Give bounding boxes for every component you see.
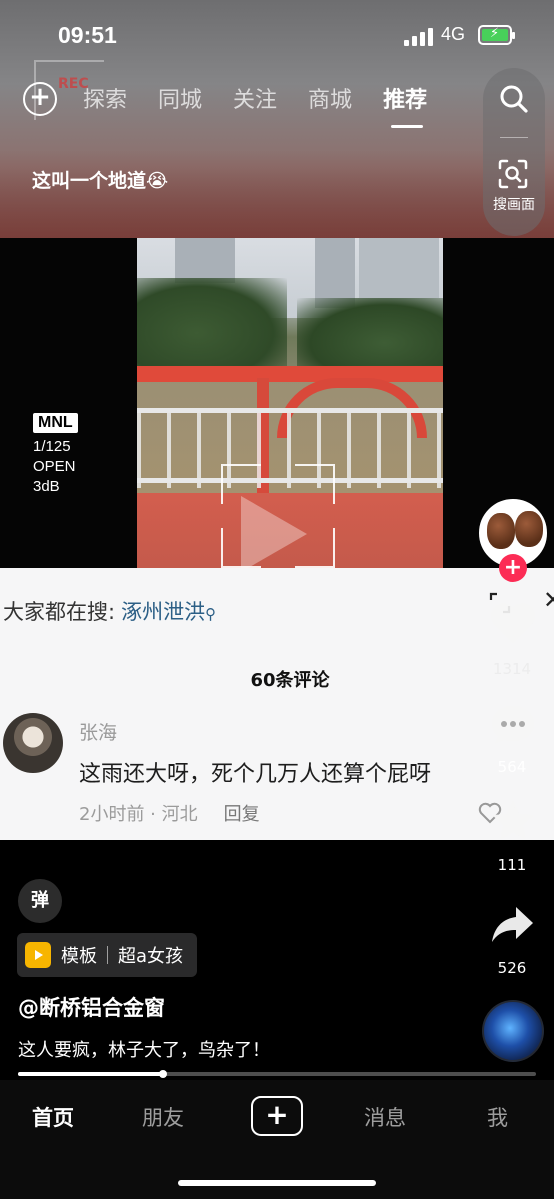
bottom-tab-bar: 首页 朋友 + 消息 我 bbox=[0, 1080, 554, 1199]
video-railing bbox=[137, 408, 443, 488]
close-icon[interactable]: ✕ bbox=[543, 586, 554, 614]
tab-explore[interactable]: 探索 bbox=[83, 82, 127, 118]
network-type: 4G bbox=[441, 24, 466, 44]
template-chip[interactable]: 模板 超a女孩 bbox=[17, 933, 198, 977]
search-icon[interactable] bbox=[499, 84, 529, 114]
template-play-icon bbox=[25, 942, 51, 968]
video-building bbox=[359, 238, 439, 298]
comment-text: 这雨还大呀，死个几万人还算个屁呀 bbox=[79, 762, 432, 787]
comment-panel: 大家都在搜: 涿州泄洪⚲ ✕ 60条评论 张海 这雨还大呀，死个几万人还算个屁呀 … bbox=[0, 568, 554, 840]
favorite-star-icon[interactable] bbox=[492, 800, 534, 842]
camera-shutter: 1/125 bbox=[33, 438, 71, 455]
comment-meta: 2小时前 · 河北 回复 bbox=[79, 800, 260, 826]
commenter-username[interactable]: 张海 bbox=[79, 718, 117, 745]
search-suggestion-keyword[interactable]: 涿州泄洪 bbox=[121, 600, 205, 624]
video-railing-bar bbox=[137, 408, 443, 413]
plus-icon[interactable]: + bbox=[23, 82, 57, 116]
video-bridge-rail bbox=[137, 366, 443, 382]
video-caption: 这叫一个地道😭 bbox=[32, 170, 169, 192]
progress-knob[interactable] bbox=[159, 1070, 168, 1078]
music-disc[interactable] bbox=[482, 1000, 544, 1062]
signal-icon bbox=[404, 28, 434, 46]
avatar-walnut bbox=[487, 513, 515, 549]
danmu-toggle-button[interactable]: 弹 bbox=[18, 879, 62, 923]
scan-screen-icon[interactable] bbox=[497, 158, 529, 190]
status-time: 09:51 bbox=[58, 22, 117, 48]
battery-icon: ⚡ bbox=[478, 25, 515, 45]
tab-home[interactable]: 首页 bbox=[32, 1102, 74, 1132]
comment-count: 60条评论 bbox=[250, 670, 330, 691]
progress-fill bbox=[18, 1072, 164, 1076]
home-indicator bbox=[178, 1180, 376, 1186]
tab-me[interactable]: 我 bbox=[487, 1102, 508, 1132]
reply-button[interactable]: 回复 bbox=[224, 804, 260, 825]
search-small-icon: ⚲ bbox=[205, 605, 217, 623]
tab-nearby[interactable]: 同城 bbox=[158, 82, 202, 118]
pill-divider bbox=[500, 137, 528, 138]
template-label: 模板 bbox=[61, 946, 97, 967]
create-plus-icon[interactable]: + bbox=[251, 1096, 303, 1136]
like-count: 1314 bbox=[492, 660, 532, 678]
search-suggestion[interactable]: 大家都在搜: 涿州泄洪⚲ bbox=[3, 596, 216, 626]
favorite-count: 111 bbox=[497, 856, 527, 874]
comment-time-location: 2小时前 · 河北 bbox=[79, 804, 198, 825]
video-building bbox=[175, 238, 235, 283]
like-heart-icon[interactable] bbox=[489, 601, 537, 645]
video-progress-bar[interactable] bbox=[18, 1070, 536, 1078]
comment-count-side: 564 bbox=[497, 758, 527, 776]
share-count: 526 bbox=[497, 959, 527, 977]
video-frame[interactable] bbox=[137, 238, 443, 568]
comment-icon[interactable] bbox=[489, 703, 537, 747]
camera-mode-badge: MNL bbox=[33, 413, 78, 433]
avatar-walnut bbox=[515, 511, 543, 547]
share-arrow-icon[interactable] bbox=[490, 905, 534, 945]
tab-recommended[interactable]: 推荐 bbox=[383, 82, 427, 128]
camera-aperture: OPEN bbox=[33, 458, 76, 475]
top-tabs: 探索 同城 关注 商城 推荐 bbox=[83, 82, 427, 128]
author-name[interactable]: @断桥铝合金窗 bbox=[18, 992, 165, 1022]
template-name: 超a女孩 bbox=[118, 946, 184, 967]
play-icon[interactable] bbox=[241, 496, 307, 568]
video-railing-bar bbox=[137, 478, 443, 483]
camera-info-overlay: MNL 1/125 OPEN 3dB bbox=[33, 413, 78, 497]
follow-button[interactable]: + bbox=[499, 554, 527, 582]
commenter-avatar[interactable] bbox=[3, 713, 63, 773]
tab-mall[interactable]: 商城 bbox=[308, 82, 352, 118]
tab-messages[interactable]: 消息 bbox=[364, 1102, 406, 1132]
search-suggestion-prefix: 大家都在搜: bbox=[3, 600, 116, 624]
tab-following[interactable]: 关注 bbox=[233, 82, 277, 118]
camera-gain: 3dB bbox=[33, 478, 60, 495]
video-description: 这人要疯，林子大了，鸟杂了！ bbox=[18, 1040, 270, 1061]
template-separator bbox=[107, 946, 108, 964]
scan-screen-label[interactable]: 搜画面 bbox=[487, 194, 541, 214]
tab-friends[interactable]: 朋友 bbox=[142, 1102, 184, 1132]
